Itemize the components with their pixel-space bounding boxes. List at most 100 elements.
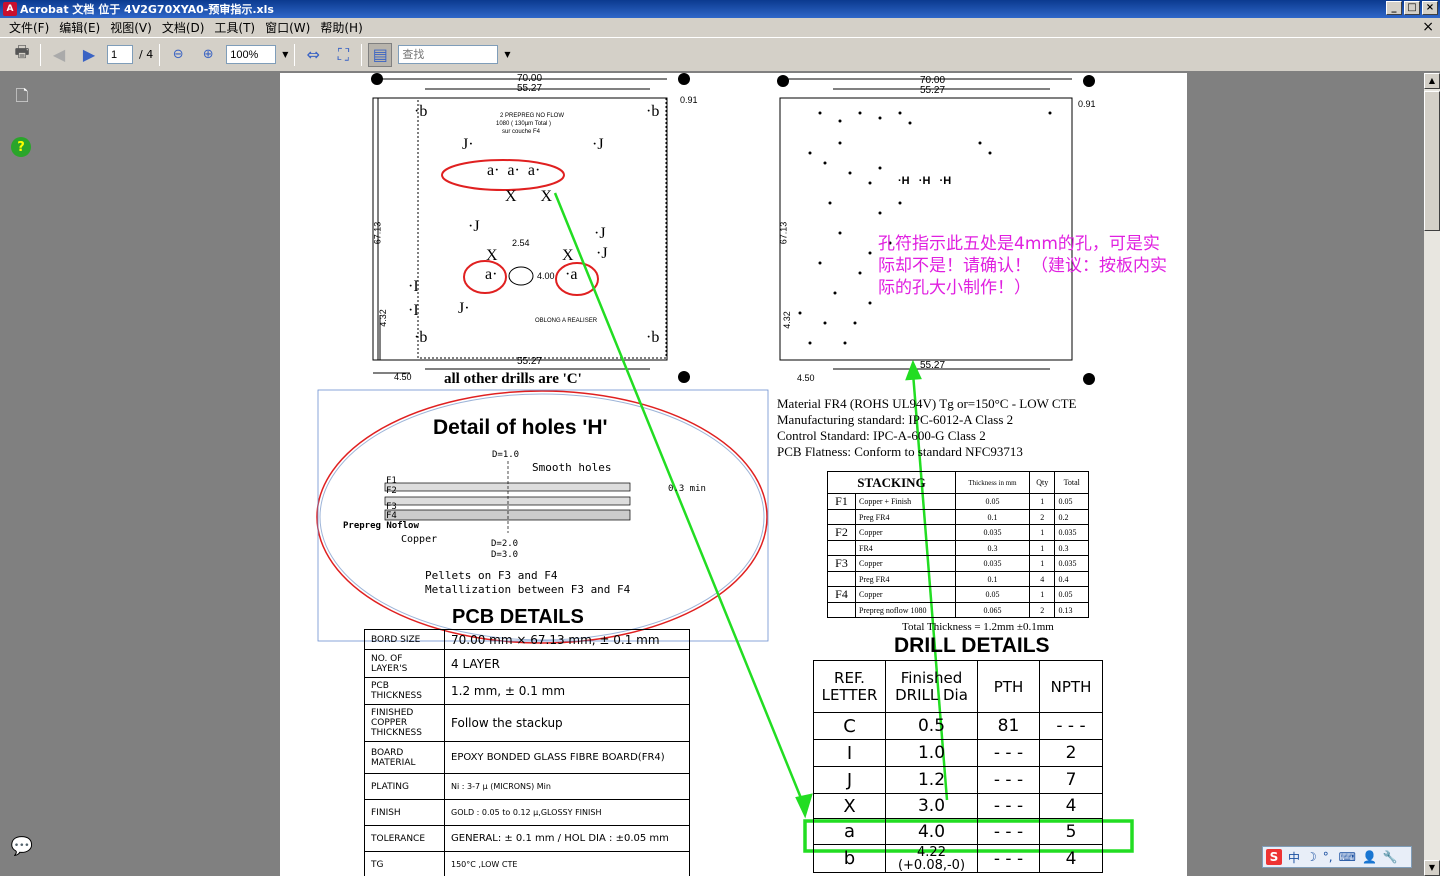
dim-5527-right: 55.27 xyxy=(920,85,946,96)
keyboard-icon[interactable]: ⌨ xyxy=(1339,850,1356,864)
stacking-layer xyxy=(827,571,856,587)
menu-document[interactable]: 文档(D) xyxy=(157,19,210,36)
dim-400: 4.00 xyxy=(537,271,555,281)
stacking-qty: 2 xyxy=(1029,602,1056,618)
close-document-icon[interactable]: × xyxy=(1422,19,1434,35)
menu-view[interactable]: 视图(V) xyxy=(105,19,157,36)
next-page-icon[interactable]: ▶ xyxy=(77,43,101,67)
menu-edit[interactable]: 编辑(E) xyxy=(54,19,105,36)
hole-letter: ·J xyxy=(596,245,608,262)
drill-npth: 4 xyxy=(1039,844,1103,873)
stacking-material: Copper xyxy=(855,555,956,572)
scroll-down-icon[interactable]: ▼ xyxy=(1424,860,1440,876)
menu-window[interactable]: 窗口(W) xyxy=(260,19,315,36)
hole-letter: X X xyxy=(505,188,553,205)
drill-npth: 5 xyxy=(1039,818,1103,845)
punctuation-icon[interactable]: °, xyxy=(1323,850,1333,864)
pages-icon[interactable]: 🗋 xyxy=(11,86,33,109)
menu-help[interactable]: 帮助(H) xyxy=(315,19,367,36)
document-area: 70.00 55.27 0.91 67.13 4.32 4.50 55.27 2… xyxy=(42,73,1422,876)
drill-dia: 1.2 xyxy=(885,766,978,794)
moon-icon[interactable]: ☽ xyxy=(1306,850,1317,864)
drill-dia: 0.5 xyxy=(885,712,978,740)
hole-letter: J· xyxy=(462,136,474,153)
drill-details-table: REF. LETTER Finished DRILL Dia PTH NPTH … xyxy=(813,660,1103,873)
stacking-total: 0.035 xyxy=(1054,524,1089,541)
drill-ref: a xyxy=(813,818,886,845)
stacking-thickness: 0.05 xyxy=(954,586,1031,603)
detail-d10: D=1.0 xyxy=(492,450,520,460)
stacking-total: 0.2 xyxy=(1054,509,1089,525)
minimize-button[interactable]: _ xyxy=(1386,1,1402,15)
detail-smooth: Smooth holes xyxy=(532,461,612,474)
comments-icon[interactable]: 💬 xyxy=(11,835,33,857)
fit-width-icon[interactable]: ⇔ xyxy=(301,43,325,67)
stacking-qty: 1 xyxy=(1029,540,1056,556)
stacking-material: Copper + Finish xyxy=(855,493,956,510)
toolbar-separator xyxy=(294,43,296,66)
scroll-thumb[interactable] xyxy=(1424,91,1440,231)
dim-432: 4.32 xyxy=(377,309,388,327)
dim-091-right: 0.91 xyxy=(1078,99,1096,109)
pcb-details-table: BORD SIZE 70.00 mm × 67.13 mm, ± 0.1 mm N… xyxy=(364,629,690,876)
zoom-in-icon[interactable]: ⊕ xyxy=(196,43,220,67)
stacking-material: FR4 xyxy=(855,540,956,556)
settings-icon[interactable]: 🔧 xyxy=(1383,850,1398,864)
detail-pellets: Pellets on F3 and F4 xyxy=(425,569,558,582)
page-number-input[interactable] xyxy=(107,45,133,64)
ime-mode[interactable]: 中 xyxy=(1288,849,1300,866)
drill-header: NPTH xyxy=(1039,660,1103,713)
stacking-qty: 1 xyxy=(1029,555,1056,572)
stacking-total: 0.13 xyxy=(1054,602,1089,618)
stacking-thickness: 0.065 xyxy=(954,602,1031,618)
pcb-value: Ni : 3-7 µ (MICRONS) Min xyxy=(444,773,690,800)
drill-npth: - - - xyxy=(1039,712,1103,740)
restore-button[interactable]: □ xyxy=(1404,1,1420,15)
dim-6713: 67.13 xyxy=(372,221,383,245)
zoom-input[interactable] xyxy=(226,45,277,64)
stacking-layer: F2 xyxy=(827,524,856,541)
stacking-material: Copper xyxy=(855,524,956,541)
drill-npth: 7 xyxy=(1039,766,1103,794)
stacking-material: Copper xyxy=(855,586,956,603)
hole-letter: ·J xyxy=(592,136,604,153)
toolbar-separator xyxy=(361,43,363,66)
previous-page-icon[interactable]: ◀ xyxy=(47,43,71,67)
drill-header: Finished DRILL Dia xyxy=(885,660,978,713)
print-icon[interactable]: 🖶 xyxy=(10,42,34,67)
detail-prepreg: Prepreg Noflow xyxy=(343,521,419,531)
pcb-value: 150°C ,LOW CTE xyxy=(444,851,690,876)
hole-letter-h: ·H ·H ·H xyxy=(898,175,952,187)
toolbar-separator xyxy=(40,43,41,66)
detail-d30: D=3.0 xyxy=(491,550,519,560)
scroll-up-icon[interactable]: ▲ xyxy=(1424,73,1440,89)
stacking-layer: F4 xyxy=(827,586,856,603)
user-icon[interactable]: 👤 xyxy=(1362,850,1377,864)
sogou-logo-icon[interactable]: S xyxy=(1266,849,1282,865)
stacking-material: Prepreg noflow 1080 xyxy=(855,602,956,618)
stacking-title: STACKING xyxy=(827,471,956,494)
find-input[interactable] xyxy=(398,45,499,64)
zoom-dropdown-icon[interactable]: ▼ xyxy=(282,50,288,59)
fit-page-icon[interactable]: ⛶ xyxy=(331,43,355,67)
drill-dia: 1.0 xyxy=(885,739,978,767)
stacking-thickness: 0.035 xyxy=(954,524,1031,541)
pcb-key: NO. OF LAYER'S xyxy=(364,649,445,678)
pcb-value: 1.2 mm, ± 0.1 mm xyxy=(444,677,690,705)
find-dropdown-icon[interactable]: ▼ xyxy=(504,50,510,59)
vertical-scrollbar[interactable]: ▲ ▼ xyxy=(1424,73,1440,876)
hole-letter: ·b xyxy=(414,329,428,346)
pcb-key: FINISHED COPPER THICKNESS xyxy=(364,704,445,742)
help-icon[interactable]: ? xyxy=(11,137,31,157)
toolbar-separator xyxy=(159,43,161,66)
right-board-outline xyxy=(779,97,1073,361)
zoom-out-icon[interactable]: ⊖ xyxy=(166,43,190,67)
stacking-thickness: 0.035 xyxy=(954,555,1031,572)
detail-copper: Copper xyxy=(401,534,438,545)
single-page-icon[interactable]: ▤ xyxy=(368,42,393,67)
menu-file[interactable]: 文件(F) xyxy=(4,19,54,36)
close-button[interactable]: × xyxy=(1422,1,1438,15)
drill-ref: C xyxy=(813,712,886,740)
menu-tools[interactable]: 工具(T) xyxy=(209,19,260,36)
dim-6713-right: 67.13 xyxy=(778,221,789,245)
